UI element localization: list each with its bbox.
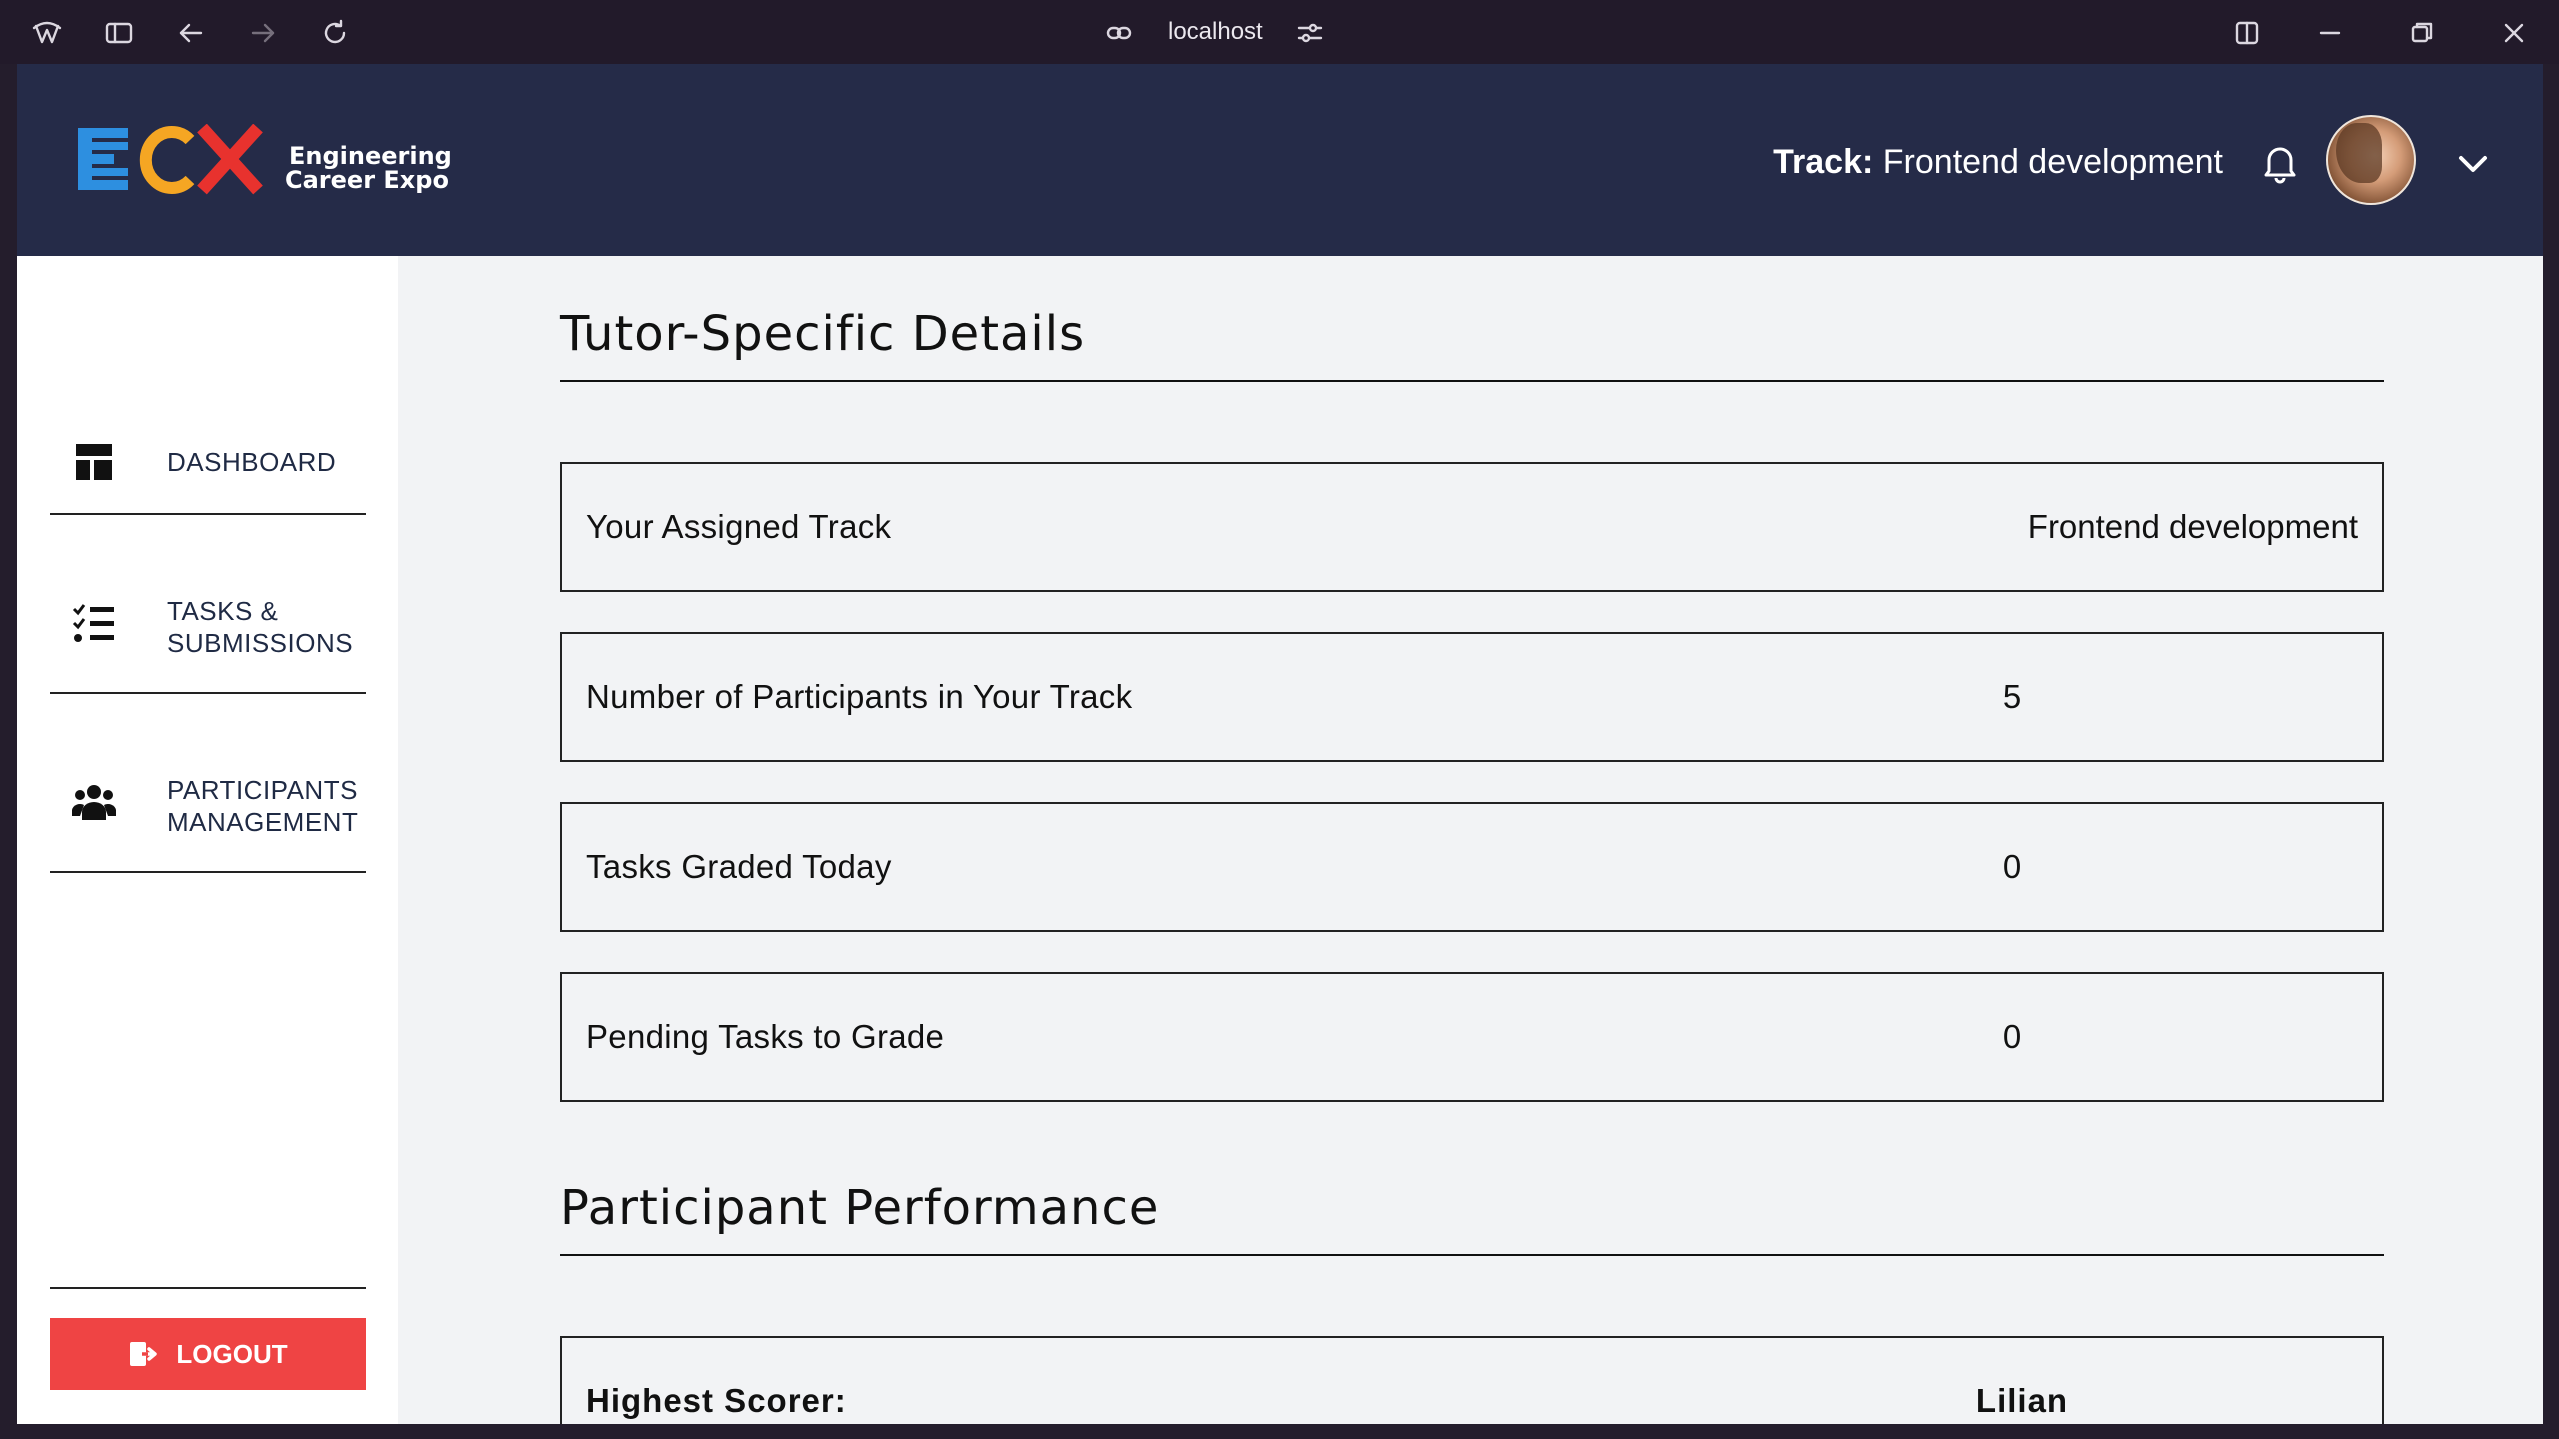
task-list-icon	[72, 604, 114, 642]
restore-icon[interactable]	[2405, 16, 2439, 50]
reload-icon[interactable]	[318, 16, 352, 50]
main-content: Tutor-Specific Details Your Assigned Tra…	[398, 256, 2543, 1424]
app-window: Engineering Career Expo Track: Frontend …	[17, 64, 2543, 1424]
sidebar-item-label: DASHBOARD	[167, 447, 337, 477]
sidebar-item-participants-management[interactable]: PARTICIPANTS MANAGEMENT	[50, 696, 366, 873]
stat-card-tasks-graded-today: Tasks Graded Today 0	[560, 802, 2384, 932]
dashboard-icon	[76, 444, 112, 480]
forward-icon[interactable]	[246, 16, 280, 50]
track-value: Frontend development	[1882, 143, 2223, 181]
sidebar: DASHBOARD TASKS & SUBMISSIONS PARTICIPAN…	[17, 256, 398, 1424]
notification-bell-icon[interactable]	[2255, 138, 2305, 188]
split-view-icon[interactable]	[2230, 16, 2264, 50]
stat-label: Pending Tasks to Grade	[586, 1018, 945, 1055]
highest-scorer-label: Highest Scorer:	[586, 1382, 847, 1419]
logout-button[interactable]: LOGOUT	[50, 1318, 366, 1390]
sidebar-divider	[50, 1287, 366, 1289]
stat-card-participant-count: Number of Participants in Your Track 5	[560, 632, 2384, 762]
stat-value: 0	[2002, 1018, 2022, 1055]
stat-card-assigned-track: Your Assigned Track Frontend development	[560, 462, 2384, 592]
stat-value: 0	[2002, 848, 2022, 885]
link-icon[interactable]	[1102, 16, 1136, 50]
site-settings-icon[interactable]	[1293, 16, 1327, 50]
stat-value: Frontend development	[2027, 508, 2358, 545]
close-icon[interactable]	[2497, 16, 2531, 50]
stat-label: Tasks Graded Today	[586, 848, 892, 885]
sidebar-item-dashboard[interactable]: DASHBOARD	[50, 256, 366, 515]
stat-card-pending-tasks: Pending Tasks to Grade 0	[560, 972, 2384, 1102]
stat-value: 5	[2002, 678, 2022, 715]
stat-label: Number of Participants in Your Track	[586, 678, 1133, 715]
users-icon	[72, 785, 116, 820]
back-icon[interactable]	[174, 16, 208, 50]
logo-caption: Engineering Career Expo	[285, 144, 452, 192]
section-title-tutor-details: Tutor-Specific Details	[560, 306, 1086, 362]
chevron-down-icon[interactable]	[2453, 144, 2493, 184]
sidebar-toggle-icon[interactable]	[102, 16, 136, 50]
sidebar-item-label: PARTICIPANTS MANAGEMENT	[167, 775, 359, 837]
minimize-icon[interactable]	[2313, 16, 2347, 50]
logout-label: LOGOUT	[176, 1338, 288, 1369]
section-title-participant-performance: Participant Performance	[560, 1180, 1160, 1236]
sidebar-item-label: TASKS & SUBMISSIONS	[167, 596, 354, 658]
sidebar-item-tasks-submissions[interactable]: TASKS & SUBMISSIONS	[50, 517, 366, 694]
section-divider	[560, 1254, 2384, 1256]
highest-scorer-value: Lilian	[1975, 1382, 2069, 1419]
stat-label: Your Assigned Track	[586, 508, 892, 545]
logo-line-1: Engineering	[289, 142, 452, 170]
browser-toolbar: localhost	[0, 0, 2559, 64]
logout-icon	[130, 1342, 158, 1366]
browser-logo-icon[interactable]	[30, 16, 64, 50]
highest-scorer-card: Highest Scorer: Lilian	[560, 1336, 2384, 1424]
section-divider	[560, 380, 2384, 382]
logo-line-2: Career Expo	[285, 166, 449, 194]
track-label: Track:	[1773, 143, 1874, 181]
track-indicator: Track: Frontend development	[1773, 140, 2223, 184]
top-navbar: Engineering Career Expo Track: Frontend …	[17, 64, 2543, 256]
address-bar[interactable]: localhost	[1168, 14, 1263, 50]
avatar[interactable]	[2326, 115, 2416, 205]
